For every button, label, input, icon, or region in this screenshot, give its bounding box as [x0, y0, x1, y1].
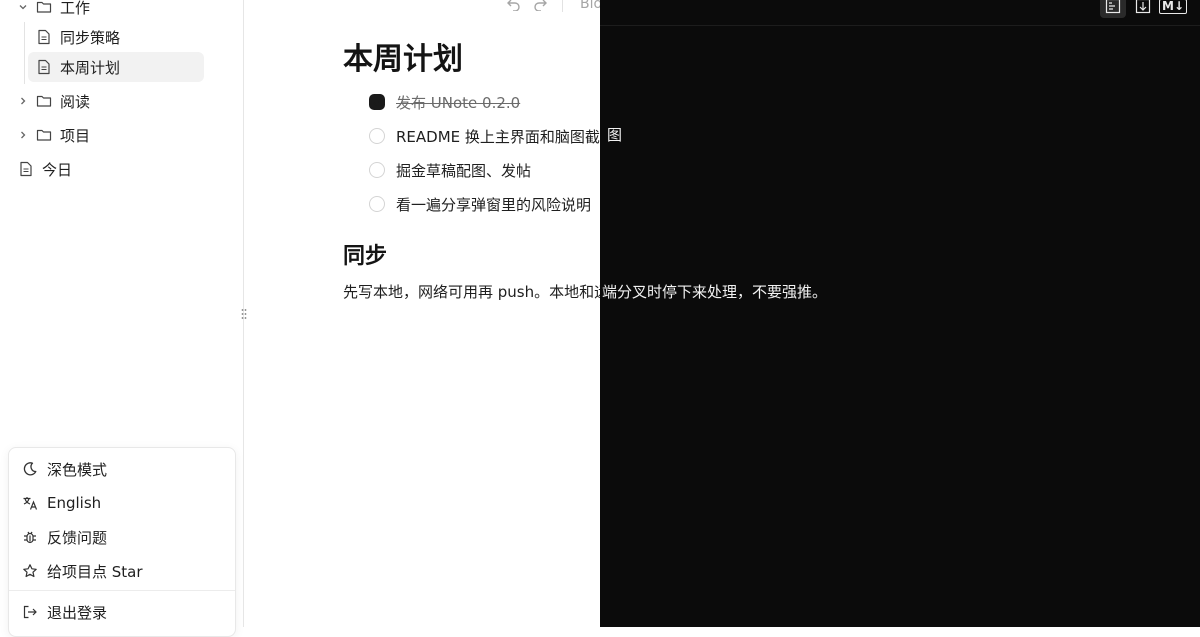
toolbar-divider — [562, 0, 563, 12]
menu-item-feedback[interactable]: 反馈问题 — [21, 523, 107, 551]
tree-doc-today[interactable]: 今日 — [18, 154, 72, 184]
tree-folder-reading[interactable]: 阅读 — [16, 86, 90, 116]
sidebar: 工作 同步策略 本周计划 阅读 项目 今日 深色模式 English 反馈问题 … — [0, 0, 244, 637]
tree-label: 同步策略 — [60, 28, 121, 47]
markdown-icon: M↓ — [1159, 0, 1187, 14]
folder-icon — [36, 127, 52, 143]
logout-icon — [21, 603, 39, 621]
settings-menu: 深色模式 English 反馈问题 给项目点 Star 退出登录 — [8, 447, 236, 637]
task-label: 掘金草稿配图、发帖 — [396, 161, 532, 180]
task-item[interactable]: 看一遍分享弹窗里的风险说明 — [369, 192, 591, 216]
document-icon — [36, 59, 52, 75]
translate-icon — [21, 494, 39, 512]
star-icon — [21, 562, 39, 580]
outline-icon — [1135, 0, 1151, 14]
document-title[interactable]: 本周计划 — [343, 34, 463, 78]
undo-button[interactable] — [506, 0, 522, 14]
chevron-right-icon[interactable] — [16, 94, 30, 108]
chevron-down-icon[interactable] — [16, 0, 30, 14]
mindmap-view-button[interactable] — [1100, 0, 1126, 18]
menu-item-label: 给项目点 Star — [47, 562, 143, 581]
tree-label: 今日 — [42, 160, 73, 179]
tree-label: 项目 — [60, 126, 91, 145]
task-checkbox-checked[interactable] — [369, 94, 385, 110]
tree-folder-projects[interactable]: 项目 — [16, 120, 90, 150]
menu-item-label: 反馈问题 — [47, 528, 108, 547]
pane-divider — [600, 25, 1200, 26]
tree-label: 阅读 — [60, 92, 91, 111]
menu-divider — [9, 590, 235, 591]
document-icon — [18, 161, 34, 177]
menu-item-logout[interactable]: 退出登录 — [21, 598, 107, 626]
tree-label: 工作 — [60, 0, 91, 17]
tree-guide-line — [24, 22, 25, 84]
paragraph[interactable]: 先写本地，网络可用再 push。本地和远 — [343, 281, 609, 302]
task-item[interactable]: README 换上主界面和脑图截图 — [369, 124, 615, 148]
section-heading[interactable]: 同步 — [343, 238, 387, 270]
menu-item-label: English — [47, 494, 102, 512]
chevron-right-icon[interactable] — [16, 128, 30, 142]
overflow-text: 图 — [607, 126, 623, 144]
menu-item-dark-mode[interactable]: 深色模式 — [21, 455, 107, 483]
document-icon — [36, 29, 52, 45]
task-label: README 换上主界面和脑图截图 — [396, 127, 615, 146]
folder-icon — [36, 93, 52, 109]
tree-doc-sync-strategy[interactable]: 同步策略 — [32, 22, 204, 52]
menu-item-label: 深色模式 — [47, 460, 108, 479]
tree-label: 本周计划 — [60, 58, 121, 77]
task-label: 发布 UNote 0.2.0 — [396, 93, 521, 112]
menu-item-star-project[interactable]: 给项目点 Star — [21, 557, 143, 585]
menu-item-label: 退出登录 — [47, 603, 108, 622]
menu-item-language[interactable]: English — [21, 489, 101, 517]
task-checkbox[interactable] — [369, 162, 385, 178]
folder-icon — [36, 0, 52, 15]
task-checkbox[interactable] — [369, 128, 385, 144]
mindmap-icon — [1105, 0, 1121, 14]
moon-icon — [21, 460, 39, 478]
task-label: 看一遍分享弹窗里的风险说明 — [396, 195, 592, 214]
markdown-view-button[interactable]: M↓ — [1159, 0, 1187, 18]
task-item[interactable]: 掘金草稿配图、发帖 — [369, 158, 531, 182]
overflow-paragraph-text: 端分叉时停下来处理，不要强推。 — [602, 283, 828, 301]
tree-doc-weekly-plan[interactable]: 本周计划 — [28, 52, 204, 82]
dark-preview-pane: M↓ 图 端分叉时停下来处理，不要强推。 — [600, 0, 1200, 627]
redo-button[interactable] — [532, 0, 548, 14]
tree-folder-work[interactable]: 工作 — [16, 0, 90, 22]
task-item[interactable]: 发布 UNote 0.2.0 — [369, 90, 520, 114]
bug-icon — [21, 528, 39, 546]
outline-view-button[interactable] — [1130, 0, 1156, 18]
task-checkbox[interactable] — [369, 196, 385, 212]
paragraph-text: 先写本地，网络可用再 push。本地和远 — [343, 283, 610, 301]
